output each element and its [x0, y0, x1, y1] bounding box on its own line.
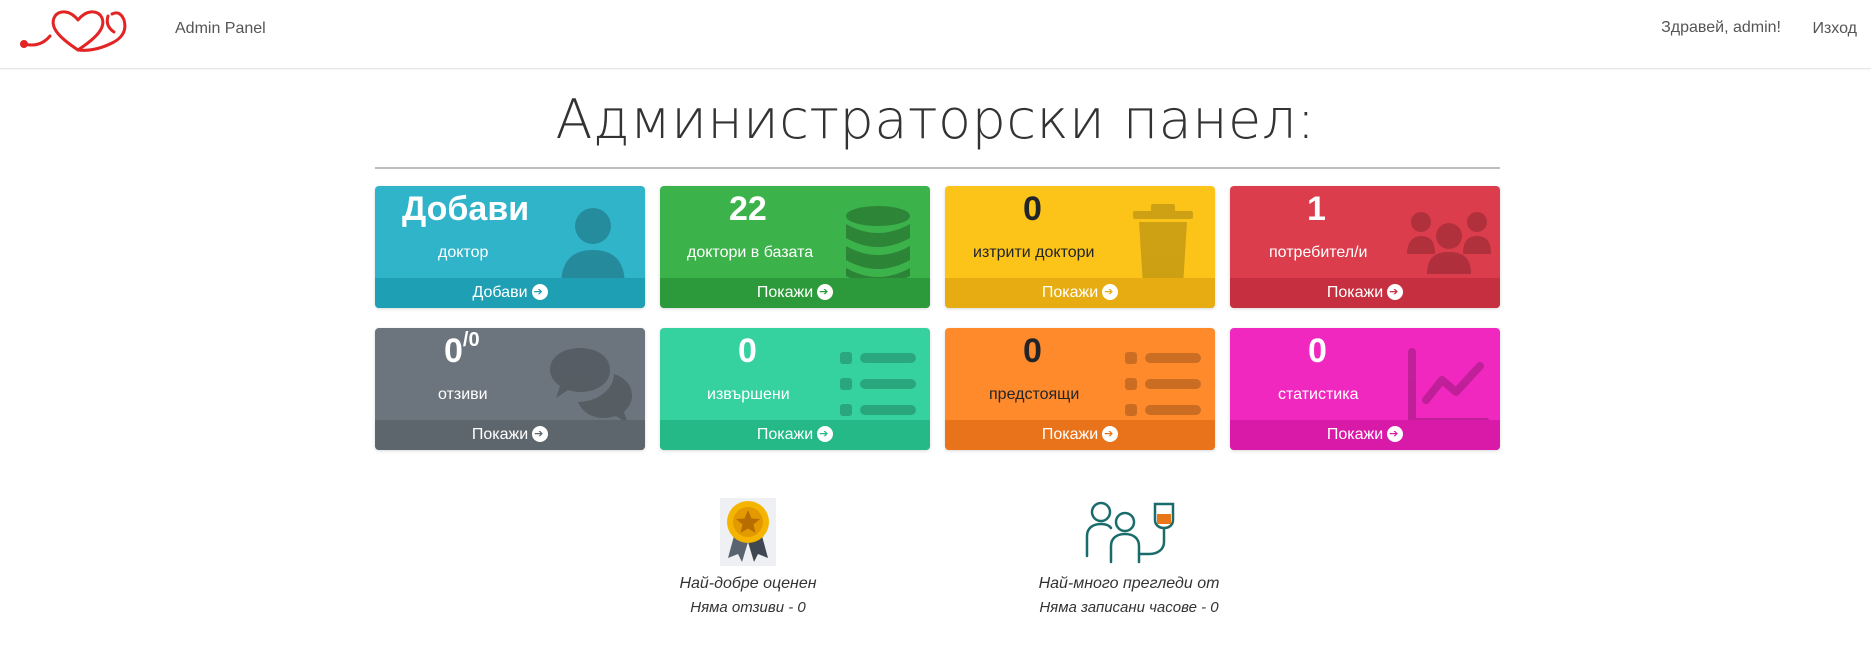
- best-rated-section: Най-добре оценен Няма отзиви - 0: [648, 498, 848, 620]
- footer-label: Покажи: [1326, 284, 1384, 301]
- upcoming-card[interactable]: 0 предстоящи Покажи: [945, 328, 1215, 450]
- show-users-button[interactable]: Покажи: [1230, 278, 1500, 308]
- comments-icon: [550, 348, 632, 424]
- arrow-circle-right-icon: [1387, 283, 1404, 300]
- show-reviews-button[interactable]: Покажи: [375, 420, 645, 450]
- most-visits-value: Няма записани часове - 0: [1039, 599, 1219, 616]
- most-visits-title: Най-много прегледи от: [1038, 575, 1220, 592]
- deleted-doctors-card[interactable]: 0 изтрити доктори Покажи: [945, 186, 1215, 308]
- footer-label: Покажи: [1326, 426, 1384, 443]
- logout-link[interactable]: Изход: [1812, 20, 1857, 38]
- list-icon: [1125, 352, 1201, 416]
- completed-card[interactable]: 0 извършени Покажи: [660, 328, 930, 450]
- best-rated-value: Няма отзиви - 0: [690, 599, 806, 616]
- reviews-count: 0: [444, 332, 463, 370]
- arrow-circle-right-icon: [817, 425, 834, 442]
- arrow-circle-right-icon: [1102, 425, 1119, 442]
- card-label: отзиви: [438, 386, 488, 403]
- add-doctor-button[interactable]: Добави: [375, 278, 645, 308]
- best-rated-title: Най-добре оценен: [679, 575, 817, 592]
- chart-line-icon: [1408, 348, 1490, 426]
- show-doctors-button[interactable]: Покажи: [660, 278, 930, 308]
- card-label: извършени: [707, 386, 790, 403]
- card-label: изтрити доктори: [973, 244, 1095, 261]
- card-label: статистика: [1278, 386, 1359, 403]
- database-icon: [846, 206, 910, 284]
- navbar: Admin Panel Здравей, admin! Изход: [0, 0, 1871, 69]
- arrow-circle-right-icon: [817, 283, 834, 300]
- reviews-card[interactable]: 0/0 отзиви Покажи: [375, 328, 645, 450]
- greeting-link[interactable]: Здравей, admin!: [1661, 19, 1781, 37]
- card-value: 0/0: [444, 330, 480, 370]
- patients-iv-icon: [1085, 501, 1175, 564]
- trash-icon: [1133, 204, 1193, 286]
- card-value: 1: [1307, 190, 1326, 228]
- arrow-circle-right-icon: [531, 283, 548, 300]
- title-divider: [375, 167, 1500, 169]
- show-completed-button[interactable]: Покажи: [660, 420, 930, 450]
- footer-label: Покажи: [756, 426, 814, 443]
- show-upcoming-button[interactable]: Покажи: [945, 420, 1215, 450]
- card-value: 0: [738, 332, 757, 370]
- card-label: предстоящи: [989, 386, 1080, 403]
- card-label: доктори в базата: [687, 244, 814, 261]
- card-value: 22: [729, 190, 767, 228]
- footer-label: Покажи: [1041, 284, 1099, 301]
- users-icon: [1407, 212, 1491, 274]
- users-card[interactable]: 1 потребител/и Покажи: [1230, 186, 1500, 308]
- most-visits-section: Най-много прегледи от Няма записани часо…: [1009, 498, 1249, 620]
- footer-label: Покажи: [471, 426, 529, 443]
- user-icon: [561, 208, 625, 286]
- card-value: 0: [1023, 332, 1042, 370]
- arrow-circle-right-icon: [1102, 283, 1119, 300]
- card-label: потребител/и: [1269, 244, 1368, 261]
- card-label: доктор: [438, 244, 489, 261]
- footer-label: Добави: [472, 284, 528, 301]
- card-value: 0: [1308, 332, 1327, 370]
- card-value: 0: [1023, 190, 1042, 228]
- heart-stethoscope-logo-icon[interactable]: [20, 6, 135, 56]
- card-value: Добави: [402, 190, 530, 228]
- arrow-circle-right-icon: [1387, 425, 1404, 442]
- page-title: Администраторски панел:: [555, 88, 1316, 151]
- award-medal-icon: [720, 498, 776, 566]
- reviews-total: /0: [462, 329, 480, 351]
- show-deleted-doctors-button[interactable]: Покажи: [945, 278, 1215, 308]
- doctors-card[interactable]: 22 доктори в базата Покажи: [660, 186, 930, 308]
- footer-label: Покажи: [756, 284, 814, 301]
- arrow-circle-right-icon: [532, 425, 549, 442]
- show-statistics-button[interactable]: Покажи: [1230, 420, 1500, 450]
- add-doctor-card[interactable]: Добави доктор Добави: [375, 186, 645, 308]
- footer-label: Покажи: [1041, 426, 1099, 443]
- brand-link[interactable]: Admin Panel: [175, 20, 266, 38]
- list-icon: [840, 352, 916, 416]
- statistics-card[interactable]: 0 статистика Покажи: [1230, 328, 1500, 450]
